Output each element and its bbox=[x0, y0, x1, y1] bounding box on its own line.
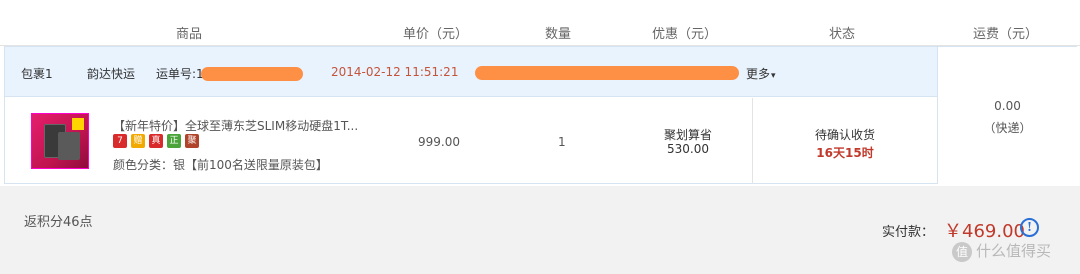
package-date: 2014-02-12 11:51:21 bbox=[331, 65, 459, 79]
info-icon[interactable]: ! bbox=[1020, 218, 1039, 237]
product-variant: 颜色分类：银【前100名送限量原装包】 bbox=[113, 158, 328, 172]
order-package: 包裹1 韵达快运 运单号:1 2014-02-12 11:51:21 更多▾ 【… bbox=[4, 46, 1077, 184]
header-status: 状态 bbox=[829, 27, 856, 42]
package-bar: 包裹1 韵达快运 运单号:1 2014-02-12 11:51:21 更多▾ bbox=[5, 47, 937, 97]
header-unit-price: 单价（元） bbox=[403, 27, 469, 42]
authentic-badge[interactable]: 真 bbox=[149, 134, 163, 148]
watermark-text: 什么值得买 bbox=[976, 242, 1052, 260]
gift-box-image bbox=[72, 118, 84, 130]
order-footer: 返积分46点 实付款： ￥469.00 ! 值什么值得买 bbox=[0, 186, 1080, 274]
unit-price: 999.00 bbox=[418, 135, 460, 149]
status-countdown: 16天15时 bbox=[816, 146, 874, 160]
seven-day-return-badge[interactable]: 7 bbox=[113, 134, 127, 148]
discount-amount: 530.00 bbox=[667, 142, 709, 156]
header-quantity: 数量 bbox=[545, 27, 572, 42]
header-discount: 优惠（元） bbox=[652, 27, 718, 42]
more-label: 更多 bbox=[746, 67, 771, 81]
tracking-number-label: 运单号:1 bbox=[156, 67, 204, 81]
shipping-price: 0.00 bbox=[994, 99, 1021, 113]
watermark-logo-icon: 值 bbox=[952, 241, 972, 262]
header-product: 商品 bbox=[176, 27, 203, 42]
discount-cell: 聚划算省 530.00 bbox=[623, 98, 753, 184]
gift-badge[interactable]: 赠 bbox=[131, 134, 145, 148]
package-name: 包裹1 bbox=[21, 67, 53, 81]
redacted-logistics-info bbox=[475, 66, 739, 80]
discount-label: 聚划算省 bbox=[663, 128, 712, 142]
more-link[interactable]: 更多▾ bbox=[746, 65, 776, 82]
juhuasuan-badge[interactable]: 聚 bbox=[185, 134, 199, 148]
product-thumbnail[interactable] bbox=[31, 113, 89, 169]
shipping-cell: 0.00 （快递） bbox=[937, 47, 1077, 184]
redacted-tracking-number bbox=[201, 67, 303, 81]
quantity: 1 bbox=[558, 135, 566, 149]
column-header-row: 商品 单价（元） 数量 优惠（元） 状态 运费（元） bbox=[0, 0, 1080, 46]
chevron-down-icon: ▾ bbox=[771, 71, 776, 81]
order-item-row: 【新年特价】全球至薄东芝SLIM移动硬盘1T... 7赠真正聚 颜色分类：银【前… bbox=[5, 98, 937, 184]
shipping-method: （快递） bbox=[983, 121, 1032, 135]
service-badges: 7赠真正聚 bbox=[113, 134, 203, 150]
product-title-link[interactable]: 【新年特价】全球至薄东芝SLIM移动硬盘1T... bbox=[113, 117, 358, 134]
reward-points: 返积分46点 bbox=[24, 215, 93, 230]
genuine-badge[interactable]: 正 bbox=[167, 134, 181, 148]
order-status: 待确认收货 bbox=[814, 128, 875, 142]
watermark: 值什么值得买 bbox=[952, 240, 1051, 262]
hard-drive-image-2 bbox=[58, 132, 80, 160]
paid-label: 实付款： bbox=[882, 225, 935, 240]
header-shipping: 运费（元） bbox=[973, 27, 1039, 42]
package-carrier: 韵达快运 bbox=[87, 67, 136, 81]
